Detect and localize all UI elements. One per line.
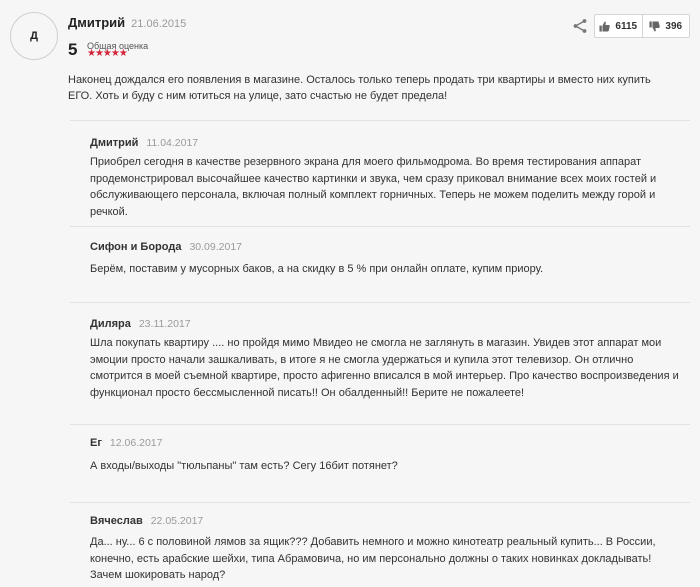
review-author-name[interactable]: Дмитрий xyxy=(68,15,125,30)
review-author-line: Дмитрий 21.06.2015 xyxy=(68,15,186,30)
reply-text: А входы/выходы "тюльпаны" там есть? Сегу… xyxy=(90,460,398,472)
reply-text: Шла покупать квартиру .... но пройдя мим… xyxy=(90,337,679,399)
overall-score: 5 xyxy=(68,40,78,59)
reply-date: 22.05.2017 xyxy=(150,515,204,527)
reply-date: 12.06.2017 xyxy=(109,437,163,449)
review-date: 21.06.2015 xyxy=(131,18,187,30)
reply-author-line: Дмитрий 11.04.2017 xyxy=(90,137,198,149)
reply-author-name[interactable]: Диляра xyxy=(90,318,131,330)
reply-item: Диляра 23.11.2017 Шла покупать квартиру .… xyxy=(70,302,690,413)
review-text: Наконец дождался его появления в магазин… xyxy=(68,74,651,102)
reply-author-line: Диляра 23.11.2017 xyxy=(90,318,191,330)
avatar: Д xyxy=(10,12,58,60)
reply-author-line: Сифон и Борода 30.09.2017 xyxy=(90,241,242,253)
like-button[interactable]: 6115 xyxy=(595,15,642,37)
share-icon[interactable] xyxy=(572,18,588,34)
reply-date: 23.11.2017 xyxy=(138,318,191,330)
star-rating: ★★★★★ xyxy=(87,48,128,59)
reply-date: 11.04.2017 xyxy=(146,137,199,149)
reply-text: Да... ну... 6 с половиной лямов за ящик?… xyxy=(90,536,656,581)
dislike-button[interactable]: 396 xyxy=(641,15,690,37)
like-count: 6115 xyxy=(615,20,638,32)
reply-text: Приобрел сегодня в качестве резервного э… xyxy=(90,156,657,218)
reply-item: Вячеслав 22.05.2017 Да... ну... 6 с полов… xyxy=(70,502,690,587)
reply-author-name[interactable]: Ег xyxy=(90,437,102,449)
reply-author-name[interactable]: Вячеслав xyxy=(90,515,143,527)
vote-group: 6115 396 xyxy=(594,14,690,38)
reply-text: Берём, поставим у мусорных баков, а на с… xyxy=(90,263,544,275)
reply-item: Дмитрий 11.04.2017 Приобрел сегодня в кач… xyxy=(70,120,690,218)
reply-date: 30.09.2017 xyxy=(189,241,243,253)
reply-item: Ег 12.06.2017 А входы/выходы "тюльпаны" т… xyxy=(70,424,690,495)
reply-author-line: Вячеслав 22.05.2017 xyxy=(90,515,203,527)
reply-author-line: Ег 12.06.2017 xyxy=(90,437,162,449)
dislike-count: 396 xyxy=(665,20,683,32)
reply-author-name[interactable]: Дмитрий xyxy=(90,137,138,149)
thumbs-down-icon xyxy=(649,20,661,31)
thumbs-up-icon xyxy=(599,21,611,32)
reply-item: Сифон и Борода 30.09.2017 Берём, поставим… xyxy=(70,226,690,287)
reply-author-name[interactable]: Сифон и Борода xyxy=(90,241,181,253)
